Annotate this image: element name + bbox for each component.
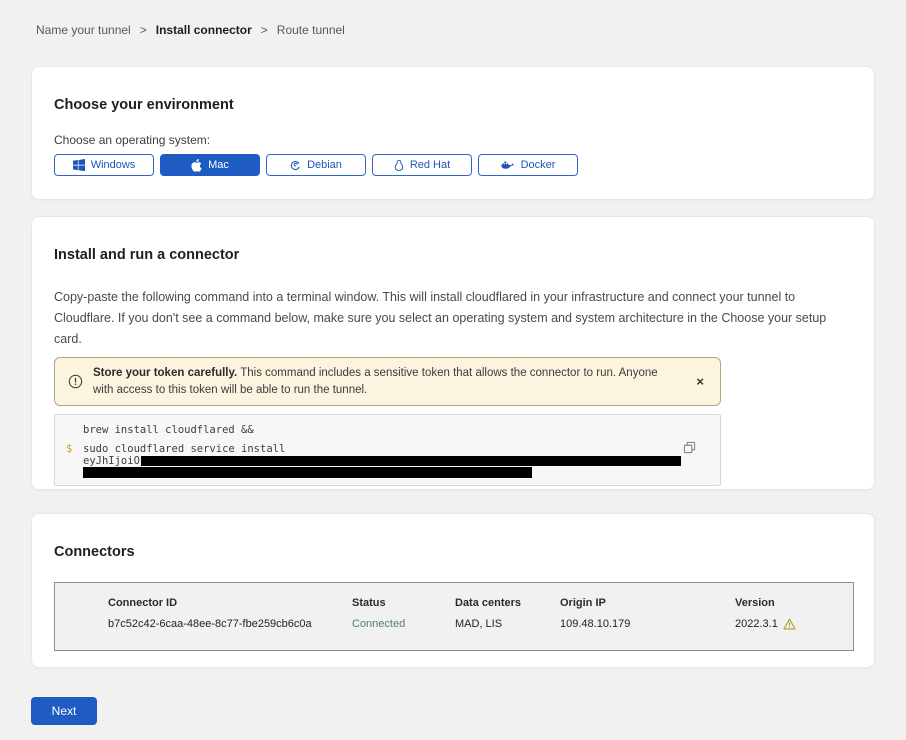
redacted-token-bar <box>83 467 532 478</box>
info-icon <box>68 374 83 389</box>
docker-icon <box>501 160 515 171</box>
debian-icon <box>290 160 301 171</box>
code-line-sudo: sudo cloudflared service install <box>83 444 285 455</box>
breadcrumb-separator: > <box>261 23 268 37</box>
breadcrumb: Name your tunnel > Install connector > R… <box>36 23 345 37</box>
header-origin-ip: Origin IP <box>560 597 735 609</box>
token-prefix: eyJhIjoiO <box>83 455 140 467</box>
os-button-debian[interactable]: Debian <box>266 154 366 176</box>
redhat-icon <box>394 159 404 172</box>
install-card-title: Install and run a connector <box>54 247 852 263</box>
close-icon[interactable]: × <box>692 374 708 389</box>
header-data-centers: Data centers <box>455 597 560 609</box>
warning-text: Store your token carefully. This command… <box>93 365 671 398</box>
table-header-row: Connector ID Status Data centers Origin … <box>108 597 853 609</box>
token-warning-banner: Store your token carefully. This command… <box>54 357 721 406</box>
code-line-brew: brew install cloudflared && <box>83 425 254 436</box>
os-select-label: Choose an operating system: <box>54 133 852 147</box>
code-line-token: eyJhIjoiO <box>83 456 681 467</box>
install-description: Copy-paste the following command into a … <box>54 287 848 350</box>
windows-icon <box>73 159 85 171</box>
install-connector-card: Install and run a connector Copy-paste t… <box>31 216 875 490</box>
header-connector-id: Connector ID <box>108 597 352 609</box>
next-button[interactable]: Next <box>31 697 97 725</box>
environment-card-title: Choose your environment <box>54 97 852 113</box>
breadcrumb-separator: > <box>140 23 147 37</box>
choose-environment-card: Choose your environment Choose an operat… <box>31 66 875 200</box>
os-button-label: Windows <box>91 159 136 171</box>
version-warning-icon <box>783 618 796 630</box>
cell-connector-id: b7c52c42-6caa-48ee-8c77-fbe259cb6c0a <box>108 618 352 630</box>
os-button-label: Mac <box>208 159 229 171</box>
apple-icon <box>191 159 202 172</box>
header-status: Status <box>352 597 455 609</box>
os-button-label: Docker <box>521 159 556 171</box>
cell-data-centers: MAD, LIS <box>455 618 560 630</box>
os-button-label: Debian <box>307 159 342 171</box>
shell-prompt: $ <box>66 444 72 455</box>
breadcrumb-install-connector[interactable]: Install connector <box>156 23 252 37</box>
version-value: 2022.3.1 <box>735 618 778 630</box>
copy-icon[interactable] <box>683 441 696 454</box>
os-button-mac[interactable]: Mac <box>160 154 260 176</box>
os-button-group: Windows Mac Debian Red Hat Docker <box>54 154 852 176</box>
os-button-windows[interactable]: Windows <box>54 154 154 176</box>
install-command-codeblock[interactable]: $ brew install cloudflared && sudo cloud… <box>54 414 721 486</box>
os-button-docker[interactable]: Docker <box>478 154 578 176</box>
connectors-table: Connector ID Status Data centers Origin … <box>54 582 854 651</box>
cell-origin-ip: 109.48.10.179 <box>560 618 735 630</box>
connectors-card-title: Connectors <box>54 544 852 560</box>
cell-version: 2022.3.1 <box>735 618 853 630</box>
cell-status: Connected <box>352 618 455 630</box>
breadcrumb-name-your-tunnel[interactable]: Name your tunnel <box>36 23 131 37</box>
warning-title: Store your token carefully. <box>93 367 237 379</box>
redacted-token-bar <box>141 456 681 466</box>
breadcrumb-route-tunnel[interactable]: Route tunnel <box>277 23 345 37</box>
os-button-redhat[interactable]: Red Hat <box>372 154 472 176</box>
table-row: b7c52c42-6caa-48ee-8c77-fbe259cb6c0a Con… <box>108 618 853 630</box>
os-button-label: Red Hat <box>410 159 450 171</box>
header-version: Version <box>735 597 853 609</box>
connectors-card: Connectors Connector ID Status Data cent… <box>31 513 875 668</box>
